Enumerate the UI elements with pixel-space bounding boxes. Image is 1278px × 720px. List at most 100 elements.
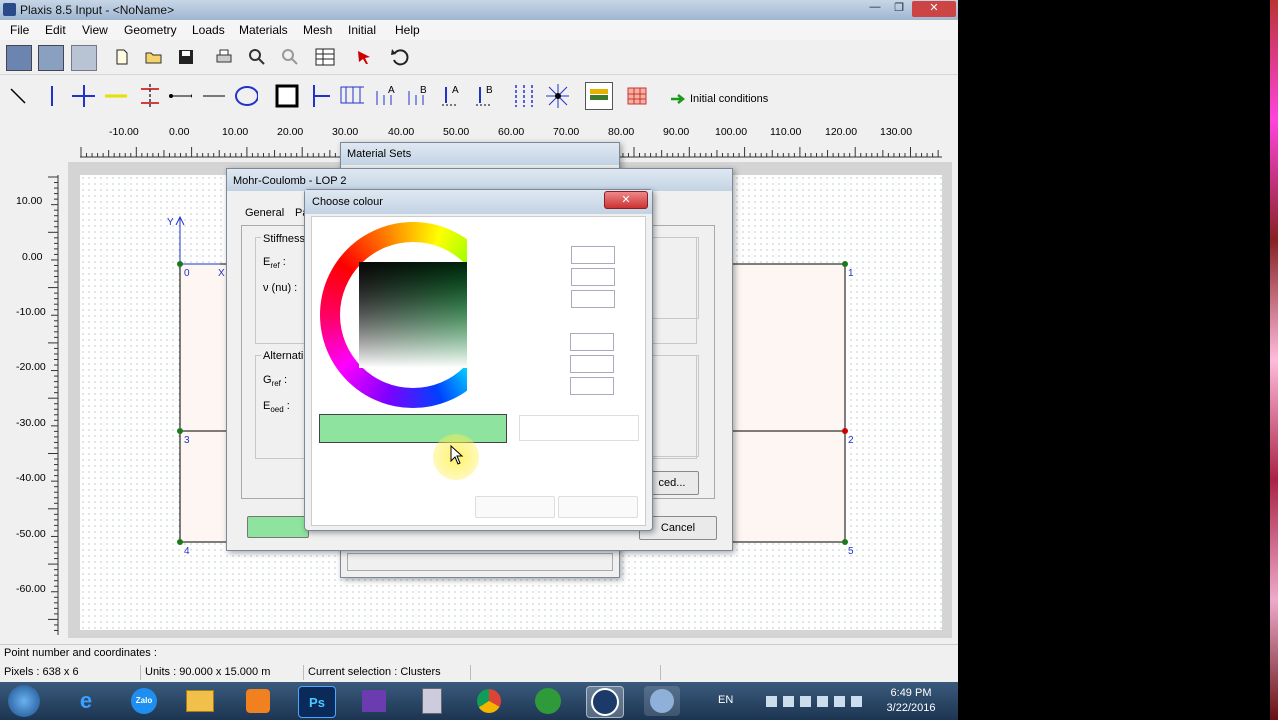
colour-swatch-button[interactable] bbox=[247, 516, 309, 538]
calculator-icon[interactable] bbox=[414, 686, 450, 716]
distributed-load-b-icon[interactable]: A bbox=[374, 84, 398, 108]
start-button[interactable] bbox=[8, 685, 40, 717]
input-program-icon[interactable] bbox=[6, 45, 32, 71]
tray-icon[interactable] bbox=[783, 696, 794, 707]
calculations-icon[interactable] bbox=[38, 45, 64, 71]
table-icon[interactable] bbox=[313, 45, 337, 69]
saturation-square[interactable] bbox=[359, 262, 467, 368]
tray-icon[interactable] bbox=[817, 696, 828, 707]
point-label: 5 bbox=[848, 546, 854, 557]
y-tick-label: 10.00 bbox=[16, 195, 43, 207]
advanced-button[interactable]: ced... bbox=[645, 471, 699, 495]
status-message: Point number and coordinates : bbox=[4, 647, 157, 659]
zoom-out-icon[interactable] bbox=[278, 45, 302, 69]
menu-help[interactable]: Help bbox=[395, 23, 420, 37]
mesh-generation-icon[interactable] bbox=[625, 84, 649, 108]
axis-y-label: Y bbox=[167, 217, 174, 228]
open-file-icon[interactable] bbox=[142, 45, 166, 69]
svg-text:A: A bbox=[388, 85, 395, 96]
point-load-a-icon[interactable]: A bbox=[438, 84, 462, 108]
undo-icon[interactable] bbox=[388, 45, 412, 69]
language-indicator[interactable]: EN bbox=[718, 694, 733, 706]
menu-mesh[interactable]: Mesh bbox=[303, 23, 332, 37]
choose-colour-dialog: Choose colour ✕ bbox=[304, 189, 653, 531]
blue-field[interactable] bbox=[570, 377, 614, 395]
red-field[interactable] bbox=[570, 333, 614, 351]
zalo-icon[interactable]: Zalo bbox=[126, 686, 162, 716]
horizontal-fixity-icon[interactable] bbox=[308, 84, 332, 108]
menu-file[interactable]: File bbox=[10, 23, 29, 37]
geogrid-icon[interactable] bbox=[104, 84, 128, 108]
choose-colour-titlebar: Choose colour ✕ bbox=[305, 190, 652, 214]
menu-loads[interactable]: Loads bbox=[192, 23, 225, 37]
save-icon[interactable] bbox=[174, 45, 198, 69]
fixed-end-anchor-icon[interactable] bbox=[201, 84, 225, 108]
app-icon bbox=[3, 3, 16, 16]
minimize-button[interactable]: — bbox=[862, 1, 888, 17]
choose-colour-close-button[interactable]: ✕ bbox=[604, 191, 648, 209]
choose-colour-cancel-button[interactable] bbox=[558, 496, 638, 518]
tool-icon[interactable] bbox=[530, 686, 566, 716]
plaxis-curves-icon[interactable] bbox=[644, 686, 680, 716]
eref-subscript: ref bbox=[270, 261, 280, 271]
luminance-field[interactable] bbox=[571, 290, 615, 308]
output-icon[interactable] bbox=[71, 45, 97, 71]
plaxis-app-icon[interactable] bbox=[586, 686, 624, 718]
internet-explorer-icon[interactable]: e bbox=[68, 686, 104, 716]
saturation-shade bbox=[359, 262, 467, 368]
green-field[interactable] bbox=[570, 355, 614, 373]
initial-conditions-button[interactable]: Initial conditions bbox=[670, 90, 768, 108]
new-file-icon[interactable] bbox=[110, 45, 134, 69]
point-load-b-icon[interactable]: B bbox=[472, 84, 496, 108]
tray-icons[interactable] bbox=[766, 696, 874, 708]
tray-icon[interactable] bbox=[851, 696, 862, 707]
distributed-load-c-icon[interactable]: B bbox=[406, 84, 430, 108]
materials-icon[interactable] bbox=[585, 82, 613, 110]
standard-fixities-icon[interactable] bbox=[275, 84, 299, 108]
menu-initial[interactable]: Initial bbox=[348, 23, 376, 37]
hinge-icon[interactable] bbox=[71, 84, 95, 108]
y-tick-label: -40.00 bbox=[16, 472, 46, 484]
rotation-fixity-icon[interactable] bbox=[545, 84, 569, 108]
y-tick-label: -60.00 bbox=[16, 583, 46, 595]
point-label: 4 bbox=[184, 546, 190, 557]
distributed-load-a-icon[interactable] bbox=[340, 84, 364, 108]
menu-view[interactable]: View bbox=[82, 23, 108, 37]
tray-icon[interactable] bbox=[766, 696, 777, 707]
ok-button[interactable] bbox=[475, 496, 555, 518]
x-tick-label: 20.00 bbox=[277, 126, 304, 138]
prescribed-displacement-icon[interactable] bbox=[512, 84, 536, 108]
tab-general[interactable]: General bbox=[245, 207, 284, 219]
print-icon[interactable] bbox=[212, 45, 236, 69]
x-tick-label: 120.00 bbox=[825, 126, 858, 138]
material-sets-title: Material Sets bbox=[347, 148, 412, 160]
visual-studio-icon[interactable] bbox=[356, 686, 392, 716]
ruler-ticks-y bbox=[48, 175, 59, 635]
node-to-node-anchor-icon[interactable] bbox=[168, 84, 192, 108]
media-player-icon[interactable] bbox=[240, 686, 276, 716]
maximize-button[interactable]: ❐ bbox=[886, 1, 912, 17]
menu-geometry[interactable]: Geometry bbox=[124, 23, 177, 37]
menu-materials[interactable]: Materials bbox=[239, 23, 288, 37]
photoshop-icon[interactable]: Ps bbox=[298, 686, 336, 718]
plate-icon[interactable] bbox=[40, 84, 64, 108]
zoom-in-icon[interactable] bbox=[245, 45, 269, 69]
clock-date: 3/22/2016 bbox=[886, 702, 936, 714]
file-explorer-icon[interactable] bbox=[182, 686, 218, 716]
hue-field[interactable] bbox=[571, 246, 615, 264]
x-tick-label: 60.00 bbox=[498, 126, 525, 138]
close-button[interactable]: ✕ bbox=[912, 1, 956, 17]
selection-arrow-icon[interactable] bbox=[352, 45, 376, 69]
tunnel-icon[interactable] bbox=[234, 84, 258, 108]
tray-icon[interactable] bbox=[800, 696, 811, 707]
clock[interactable]: 6:49 PM 3/22/2016 bbox=[876, 686, 946, 716]
geometry-line-icon[interactable] bbox=[6, 84, 30, 108]
colour-name-field[interactable] bbox=[519, 415, 639, 441]
interface-icon[interactable] bbox=[137, 84, 161, 108]
windows-taskbar: e Zalo Ps EN 6:49 PM 3/22/2016 bbox=[0, 682, 958, 720]
saturation-field[interactable] bbox=[571, 268, 615, 286]
menu-edit[interactable]: Edit bbox=[45, 23, 66, 37]
chrome-icon[interactable] bbox=[471, 686, 507, 716]
tray-icon[interactable] bbox=[834, 696, 845, 707]
title-bar: Plaxis 8.5 Input - <NoName> — ❐ ✕ bbox=[0, 0, 958, 20]
